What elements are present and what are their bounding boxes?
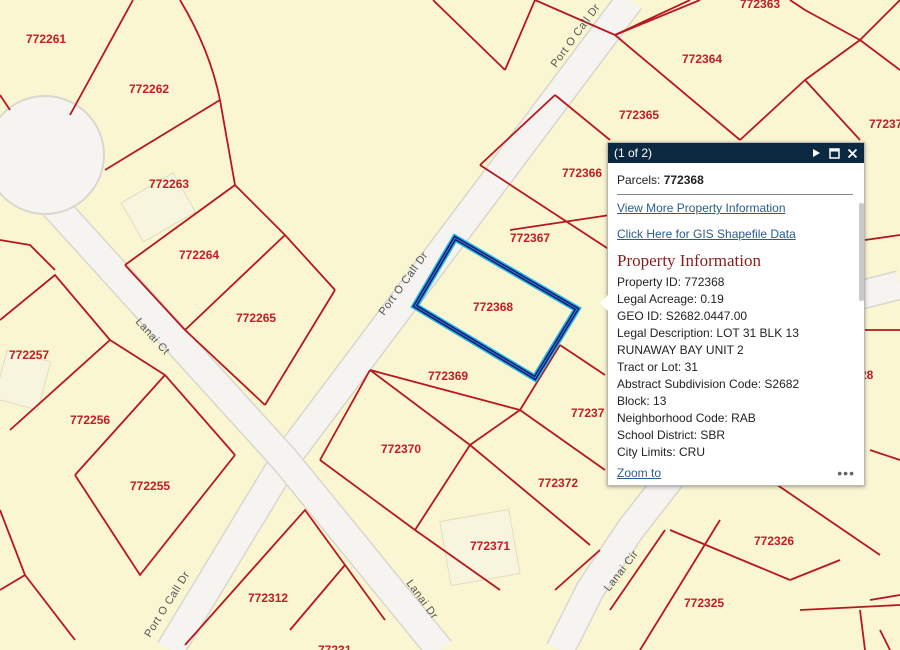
property-field-row: City Limits: CRU	[617, 444, 855, 461]
zoom-to-link[interactable]: Zoom to	[617, 466, 661, 480]
parcel-label: 772257	[9, 348, 49, 362]
property-field-row: GEO ID: S2682.0447.00	[617, 308, 855, 325]
field-label: City Limits:	[617, 445, 676, 459]
parcel-label: 772265	[236, 311, 276, 325]
parcel-label: 77237	[869, 117, 900, 131]
field-label: Block:	[617, 394, 650, 408]
property-field-row: Legal Description: LOT 31 BLK 13 RUNAWAY…	[617, 325, 855, 359]
parcel-label: 772255	[130, 479, 170, 493]
property-field-row: Neighborhood Code: RAB	[617, 410, 855, 427]
field-label: Legal Acreage:	[617, 292, 698, 306]
field-label: Legal Description:	[617, 326, 714, 340]
title-label: Parcels:	[617, 173, 661, 187]
parcel-label: 77237	[571, 406, 605, 420]
property-field-row: Property ID: 772368	[617, 274, 855, 291]
parcel-label: 772368	[473, 300, 513, 314]
parcel-label: 772363	[740, 0, 780, 11]
popup-title: Parcels: 772368	[617, 173, 855, 187]
section-title: Property Information	[617, 251, 761, 270]
field-label: School District:	[617, 428, 698, 442]
parcel-label: 772372	[538, 476, 578, 490]
next-icon[interactable]	[810, 147, 822, 159]
field-label: Property ID:	[617, 275, 682, 289]
parcel-label: 772312	[248, 591, 288, 605]
field-label: GEO ID:	[617, 309, 663, 323]
divider	[617, 194, 853, 195]
property-field-row: Block: 13	[617, 393, 855, 410]
close-icon[interactable]	[846, 147, 858, 159]
field-value: 0.19	[700, 292, 724, 306]
field-label: Abstract Subdivision Code:	[617, 377, 762, 391]
title-value: 772368	[663, 173, 704, 187]
field-value: RAB	[731, 411, 756, 425]
property-field-row: Tract or Lot: 31	[617, 359, 855, 376]
field-label: Neighborhood Code:	[617, 411, 728, 425]
popup-counter: (1 of 2)	[614, 146, 653, 160]
field-value: S2682.0447.00	[665, 309, 748, 323]
maximize-icon[interactable]	[828, 147, 840, 159]
view-more-info-link[interactable]: View More Property Information	[617, 201, 855, 215]
property-field-row: School District: SBR	[617, 427, 855, 444]
field-value: 13	[653, 394, 667, 408]
property-field-row: Legal Acreage: 0.19	[617, 291, 855, 308]
field-value: SBR	[700, 428, 726, 442]
parcel-label: 772371	[470, 539, 510, 553]
parcel-popup[interactable]: (1 of 2) Parcels: 772368 View More Prope…	[600, 142, 865, 486]
parcel-label: 772325	[684, 596, 724, 610]
parcel-label: 77231	[318, 643, 352, 650]
parcel-label: 772367	[510, 231, 550, 245]
parcel-label: 772365	[619, 108, 659, 122]
parcel-label: 772263	[149, 177, 189, 191]
parcel-label: 772370	[381, 442, 421, 456]
parcel-label: 772369	[428, 369, 468, 383]
parcel-label: 772366	[562, 166, 602, 180]
popup-scrollbar[interactable]	[859, 203, 864, 301]
popup-body: Parcels: 772368 View More Property Infor…	[608, 163, 864, 473]
popup-header: (1 of 2)	[608, 143, 864, 163]
parcel-label: 772256	[70, 413, 110, 427]
field-value: 31	[684, 360, 698, 374]
gis-shapefile-link[interactable]: Click Here for GIS Shapefile Data	[617, 227, 855, 241]
parcel-label: 772264	[179, 248, 219, 262]
field-value: S2682	[764, 377, 800, 391]
field-value: 772368	[684, 275, 725, 289]
property-field-row: Abstract Subdivision Code: S2682	[617, 376, 855, 393]
parcel-label: 772262	[129, 82, 169, 96]
parcel-label: 772261	[26, 32, 66, 46]
field-label: Tract or Lot:	[617, 360, 682, 374]
popup-pointer	[600, 295, 608, 311]
popup-footer: Zoom to •••	[617, 465, 855, 481]
parcel-label: 772364	[682, 52, 722, 66]
more-options-icon[interactable]: •••	[837, 465, 855, 481]
property-fields: Property ID: 772368 Legal Acreage: 0.19 GE…	[617, 274, 855, 461]
parcel-label: 772326	[754, 534, 794, 548]
field-value: CRU	[679, 445, 706, 459]
